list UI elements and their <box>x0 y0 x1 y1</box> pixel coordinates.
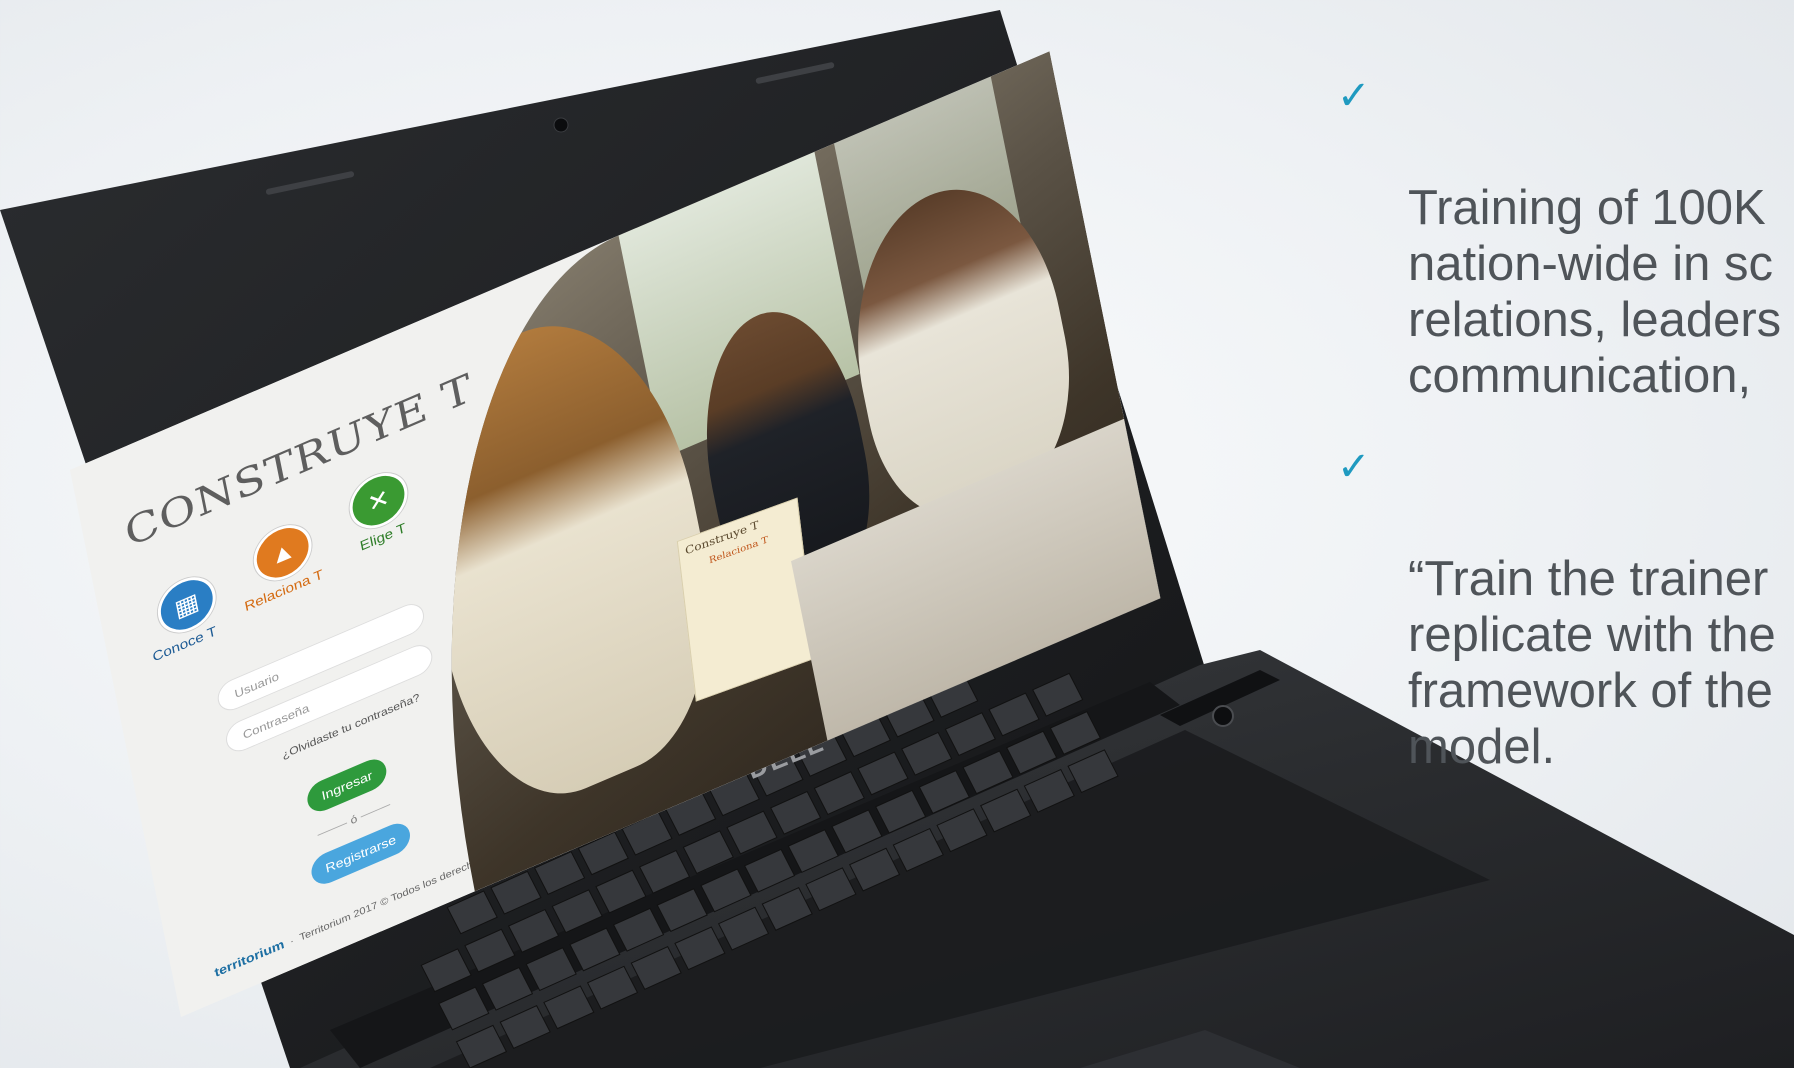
password-placeholder: Contraseña <box>241 700 311 742</box>
bullet-train-the-trainer-text: “Train the trainer replicate with the fr… <box>1408 552 1776 774</box>
or-divider-label: ó <box>349 812 359 827</box>
bullet-list: ✓ Training of 100K nation-wide in sc rel… <box>1335 68 1794 810</box>
check-icon: ✓ <box>1337 73 1371 119</box>
check-icon: ✓ <box>1337 444 1371 490</box>
bullet-train-the-trainer: ✓ “Train the trainer replicate with the … <box>1335 439 1794 775</box>
username-placeholder: Usuario <box>233 668 280 701</box>
territorium-logo: territorium <box>213 936 286 980</box>
webcam <box>553 117 569 133</box>
bullet-training: ✓ Training of 100K nation-wide in sc rel… <box>1335 68 1794 404</box>
power-button <box>1212 705 1234 727</box>
bullet-training-text: Training of 100K nation-wide in sc relat… <box>1408 181 1782 403</box>
